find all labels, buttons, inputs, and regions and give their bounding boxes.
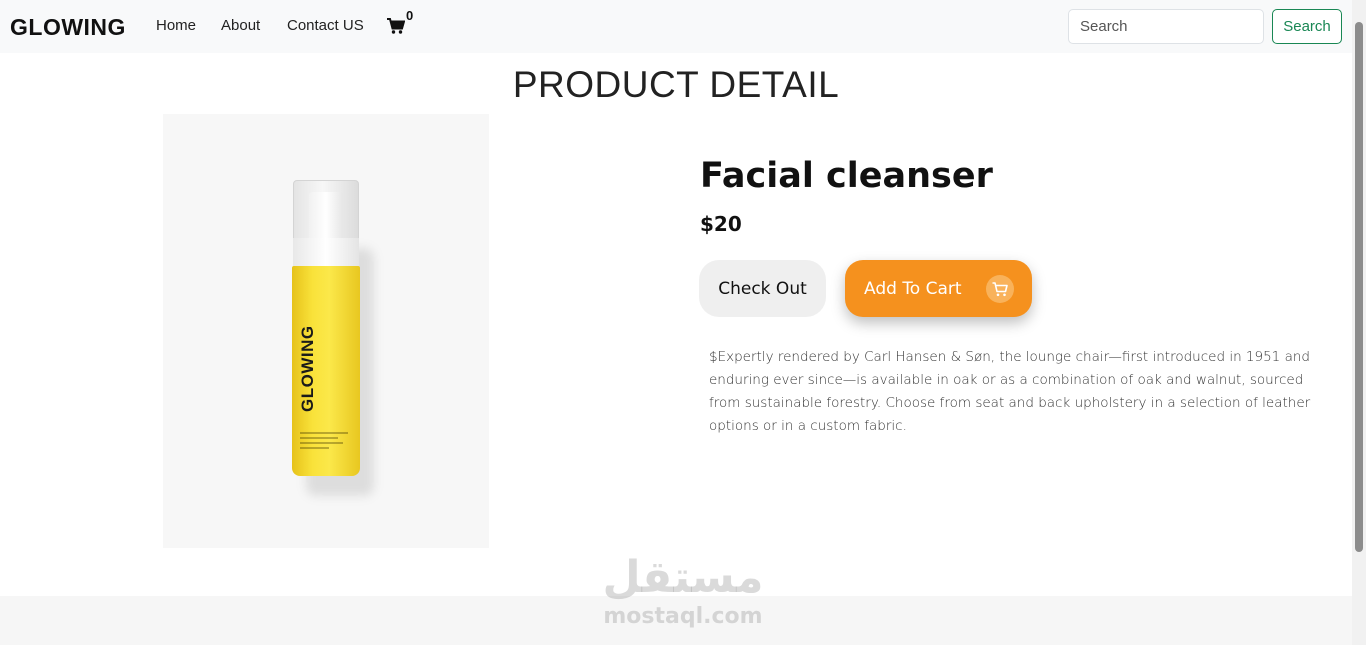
search-button[interactable]: Search: [1272, 9, 1342, 44]
nav-link-home[interactable]: Home: [156, 17, 196, 34]
bottle-brand-label: GLOWING: [298, 325, 317, 412]
nav-cart[interactable]: 0: [387, 8, 417, 40]
checkout-button[interactable]: Check Out: [699, 260, 826, 317]
watermark-arabic: مستقل: [602, 552, 764, 603]
product-price: $20: [700, 212, 742, 236]
shopping-cart-icon: [387, 18, 405, 34]
brand-logo[interactable]: GLOWING: [10, 14, 126, 41]
watermark-latin: mostaql.com: [603, 604, 763, 629]
product-description: $Expertly rendered by Carl Hansen & Søn,…: [709, 349, 1311, 434]
cart-icon: [986, 275, 1014, 303]
watermark: مستقل mostaql.com: [600, 552, 766, 630]
product-name: Facial cleanser: [700, 156, 993, 196]
page-scrollbar[interactable]: [1352, 0, 1366, 645]
nav-link-contact[interactable]: Contact US: [287, 17, 364, 34]
nav-link-about[interactable]: About: [221, 17, 260, 34]
add-to-cart-button[interactable]: Add To Cart: [845, 260, 1032, 317]
navbar: GLOWING Home About Contact US 0 Search: [0, 0, 1352, 53]
scrollbar-thumb[interactable]: [1355, 22, 1363, 552]
bottle-fine-print: [300, 432, 348, 454]
page-title: PRODUCT DETAIL: [512, 64, 840, 105]
add-to-cart-label: Add To Cart: [864, 278, 962, 299]
bottle-pump: [309, 192, 343, 242]
search-input[interactable]: [1068, 9, 1264, 44]
cart-count-badge: 0: [406, 8, 414, 23]
bottle-neck: [293, 238, 359, 268]
